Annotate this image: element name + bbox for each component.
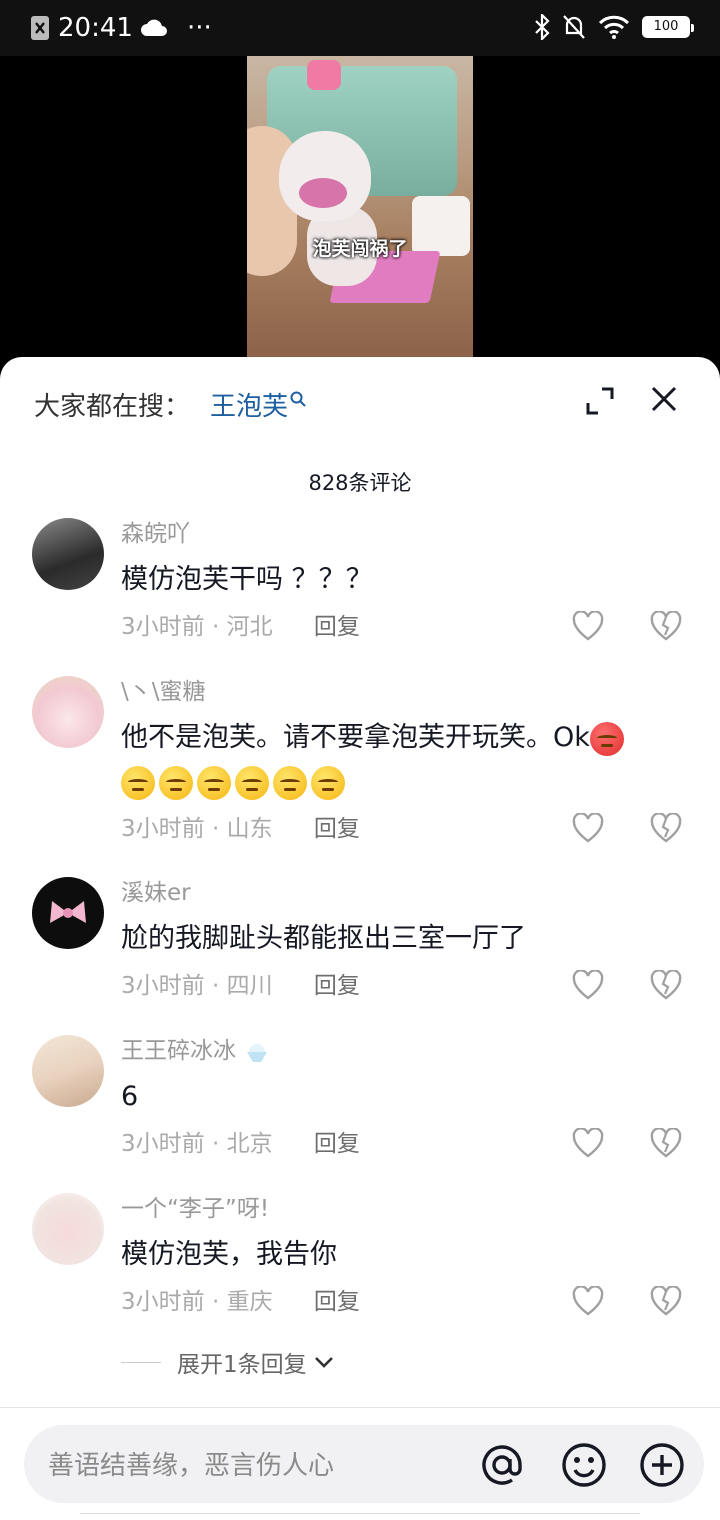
shaved-ice-icon bbox=[247, 1043, 268, 1062]
comment-text: 他不是泡芙。请不要拿泡芙开玩笑。Ok bbox=[121, 716, 691, 804]
comment-time: 3小时前 bbox=[121, 816, 205, 842]
comment-username[interactable]: 森皖吖 bbox=[121, 518, 190, 550]
comment-time: 3小时前 bbox=[121, 1289, 205, 1315]
notification-icon bbox=[31, 16, 49, 40]
keyboard-suggestion-strip bbox=[80, 1513, 640, 1520]
heart-icon[interactable] bbox=[572, 813, 604, 843]
expand-icon[interactable] bbox=[584, 385, 616, 417]
comment-meta: 3小时前 · 北京 回复 bbox=[121, 1131, 360, 1157]
reply-button[interactable]: 回复 bbox=[314, 614, 360, 640]
comment-location: 山东 bbox=[226, 816, 273, 842]
reply-button[interactable]: 回复 bbox=[314, 816, 360, 842]
avatar[interactable] bbox=[32, 1035, 104, 1107]
comment-time: 3小时前 bbox=[121, 973, 205, 999]
comment-meta: 3小时前 · 河北 回复 bbox=[121, 614, 360, 640]
heart-icon[interactable] bbox=[572, 970, 604, 1000]
at-icon[interactable] bbox=[478, 1441, 526, 1489]
hot-search-term[interactable]: 王泡芙 bbox=[210, 387, 288, 427]
heart-icon[interactable] bbox=[572, 1128, 604, 1158]
more-dots: ··· bbox=[186, 13, 212, 43]
comment-username[interactable]: 溪妹er bbox=[121, 877, 191, 909]
bluetooth-icon bbox=[535, 14, 550, 40]
video-thumbnail[interactable]: 泡芙闯祸了 bbox=[247, 56, 473, 366]
comment-username-text: 王王碎冰冰 bbox=[121, 1038, 236, 1064]
avatar[interactable] bbox=[32, 877, 104, 949]
bow-icon bbox=[50, 901, 86, 923]
smirk-emoji-icon bbox=[311, 765, 345, 800]
smirk-emoji-icon bbox=[273, 765, 307, 800]
comment-username[interactable]: 王王碎冰冰 bbox=[121, 1035, 271, 1067]
wifi-icon bbox=[598, 15, 630, 39]
broken-heart-icon[interactable] bbox=[650, 813, 682, 843]
avatar[interactable] bbox=[32, 518, 104, 590]
divider bbox=[0, 1407, 720, 1408]
search-icon bbox=[290, 391, 306, 407]
hot-search-label: 大家都在搜： bbox=[34, 392, 191, 422]
plus-circle-icon[interactable] bbox=[638, 1441, 686, 1489]
smirk-emoji-icon bbox=[197, 765, 231, 800]
comment-text: 模仿泡芙干吗 ？？？ bbox=[121, 564, 373, 595]
cloud-icon bbox=[140, 19, 167, 36]
smirk-emoji-icon bbox=[159, 765, 193, 800]
comment-text: 模仿泡芙，我告你 bbox=[121, 1239, 337, 1270]
heart-icon[interactable] bbox=[572, 611, 604, 641]
video-player[interactable]: 泡芙闯祸了 bbox=[0, 56, 720, 366]
battery-indicator: 100 bbox=[642, 16, 694, 38]
clock: 20:41 bbox=[58, 13, 133, 43]
comment-count: 828条评论 bbox=[308, 471, 412, 495]
broken-heart-icon[interactable] bbox=[650, 970, 682, 1000]
reply-button[interactable]: 回复 bbox=[314, 1289, 360, 1315]
comment-username[interactable]: 一个“李子”呀! bbox=[121, 1193, 269, 1225]
heart-icon[interactable] bbox=[572, 1286, 604, 1316]
comment-meta: 3小时前 · 山东 回复 bbox=[121, 816, 360, 842]
comment-time: 3小时前 bbox=[121, 1131, 205, 1157]
expand-replies-label: 展开1条回复 bbox=[177, 1352, 307, 1378]
comment-location: 重庆 bbox=[226, 1289, 273, 1315]
mute-bell-icon bbox=[563, 15, 585, 39]
comment-sheet: 大家都在搜： 王泡芙 828条评论 森皖吖 模仿泡芙干吗 ？？？ 3小时前 · … bbox=[0, 357, 720, 1520]
comment-meta: 3小时前 · 四川 回复 bbox=[121, 973, 360, 999]
comment-meta: 3小时前 · 重庆 回复 bbox=[121, 1289, 360, 1315]
comment-input[interactable]: 善语结善缘，恶言伤人心 bbox=[24, 1425, 704, 1503]
avatar[interactable] bbox=[32, 1193, 104, 1265]
comment-username[interactable]: \丶\蜜糖 bbox=[121, 676, 206, 708]
expand-replies-button[interactable]: 展开1条回复 bbox=[121, 1345, 335, 1379]
comment-location: 四川 bbox=[226, 973, 273, 999]
status-bar: 20:41 ··· 100 bbox=[0, 0, 720, 56]
smirk-emoji-icon bbox=[235, 765, 269, 800]
comment-text: 尬的我脚趾头都能抠出三室一厅了 bbox=[121, 923, 526, 954]
avatar[interactable] bbox=[32, 676, 104, 748]
hot-search-bar[interactable]: 大家都在搜： 王泡芙 bbox=[34, 387, 306, 427]
comment-text: 6 bbox=[121, 1081, 139, 1112]
broken-heart-icon[interactable] bbox=[650, 611, 682, 641]
smirk-emoji-icon bbox=[121, 765, 155, 800]
reply-button[interactable]: 回复 bbox=[314, 973, 360, 999]
chevron-down-icon bbox=[314, 1357, 333, 1368]
close-icon[interactable] bbox=[648, 383, 680, 415]
broken-heart-icon[interactable] bbox=[650, 1128, 682, 1158]
broken-heart-icon[interactable] bbox=[650, 1286, 682, 1316]
reply-button[interactable]: 回复 bbox=[314, 1131, 360, 1157]
comment-location: 北京 bbox=[226, 1131, 273, 1157]
video-caption: 泡芙闯祸了 bbox=[312, 238, 408, 260]
comment-time: 3小时前 bbox=[121, 614, 205, 640]
comment-location: 河北 bbox=[226, 614, 273, 640]
divider-line bbox=[121, 1361, 161, 1363]
angry-emoji-icon bbox=[589, 721, 624, 756]
smiley-icon[interactable] bbox=[560, 1441, 608, 1489]
comment-input-placeholder: 善语结善缘，恶言伤人心 bbox=[48, 1451, 335, 1481]
comment-text-body: 他不是泡芙。请不要拿泡芙开玩笑。Ok bbox=[121, 722, 590, 753]
